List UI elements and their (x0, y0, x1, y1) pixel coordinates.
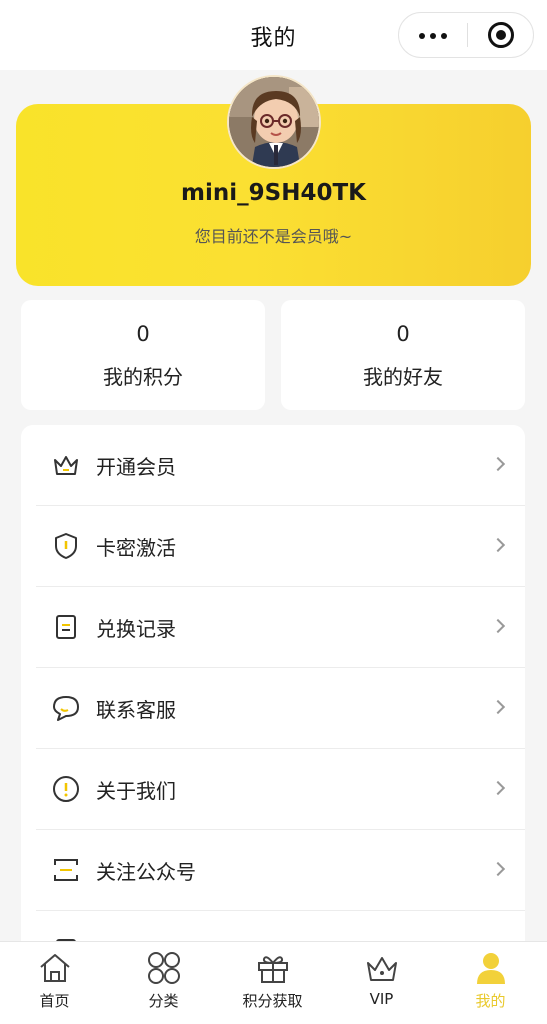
menu-list: 开通会员 卡密激活 兑换记录 联系客服 关于我们 关注公众号 (21, 425, 525, 965)
menu-item-about-us[interactable]: 关于我们 (21, 749, 525, 830)
tab-label: 分类 (148, 992, 179, 1010)
grid-circles-icon (148, 952, 180, 984)
tab-home[interactable]: 首页 (0, 942, 109, 1024)
target-close-icon[interactable] (488, 22, 514, 48)
points-value: 0 (136, 322, 150, 346)
crown-icon (54, 456, 78, 475)
tab-earn-points[interactable]: 积分获取 (218, 942, 327, 1024)
tab-vip[interactable]: VIP (327, 942, 436, 1024)
friends-value: 0 (396, 322, 410, 346)
chat-bubble-icon (53, 696, 79, 721)
more-dots-icon[interactable] (399, 13, 467, 57)
chevron-right-icon (490, 780, 506, 796)
chevron-right-icon (490, 699, 506, 715)
points-label: 我的积分 (103, 365, 183, 389)
shield-icon (55, 533, 77, 559)
menu-item-label: 联系客服 (96, 698, 176, 722)
user-icon (477, 953, 505, 984)
tab-label: 我的 (475, 992, 506, 1010)
menu-item-follow-official-account[interactable]: 关注公众号 (21, 830, 525, 911)
page: 我的 mini_9SH40TK 您目前还不是会员哦~ 0 我的积分 0 我的好友… (0, 0, 547, 1024)
points-stat-card[interactable]: 0 我的积分 (21, 300, 265, 410)
navigation-bar: 我的 (0, 0, 547, 70)
capsule-divider (467, 23, 468, 47)
menu-item-label: 关注公众号 (96, 860, 196, 884)
menu-item-card-activation[interactable]: 卡密激活 (21, 506, 525, 587)
chevron-right-icon (490, 456, 506, 472)
tab-label: 首页 (39, 992, 70, 1010)
menu-item-label: 开通会员 (96, 455, 176, 479)
tab-mine[interactable]: 我的 (436, 942, 545, 1024)
avatar-illustration (229, 77, 319, 167)
menu-item-redeem-records[interactable]: 兑换记录 (21, 587, 525, 668)
membership-status-text: 您目前还不是会员哦~ (194, 227, 353, 246)
tab-label: VIP (369, 990, 394, 1008)
friends-stat-card[interactable]: 0 我的好友 (281, 300, 525, 410)
gift-icon (258, 956, 288, 983)
crown-icon (367, 957, 397, 981)
chevron-right-icon (490, 537, 506, 553)
info-circle-icon (53, 776, 79, 802)
tab-bar: 首页 分类 积分获取 VIP 我的 (0, 941, 547, 1024)
menu-item-label: 兑换记录 (96, 617, 176, 641)
chevron-right-icon (490, 861, 506, 877)
menu-item-label: 卡密激活 (96, 536, 176, 560)
mini-program-capsule (398, 12, 534, 58)
tab-label: 积分获取 (242, 992, 303, 1010)
menu-item-open-membership[interactable]: 开通会员 (21, 425, 525, 506)
menu-item-customer-service[interactable]: 联系客服 (21, 668, 525, 749)
home-icon (40, 954, 70, 982)
username: mini_9SH40TK (181, 180, 366, 206)
friends-label: 我的好友 (363, 365, 443, 389)
avatar[interactable] (227, 75, 321, 169)
chevron-right-icon (490, 618, 506, 634)
record-icon (56, 615, 76, 639)
menu-item-label: 关于我们 (96, 779, 176, 803)
tab-category[interactable]: 分类 (109, 942, 218, 1024)
scan-frame-icon (54, 859, 78, 881)
